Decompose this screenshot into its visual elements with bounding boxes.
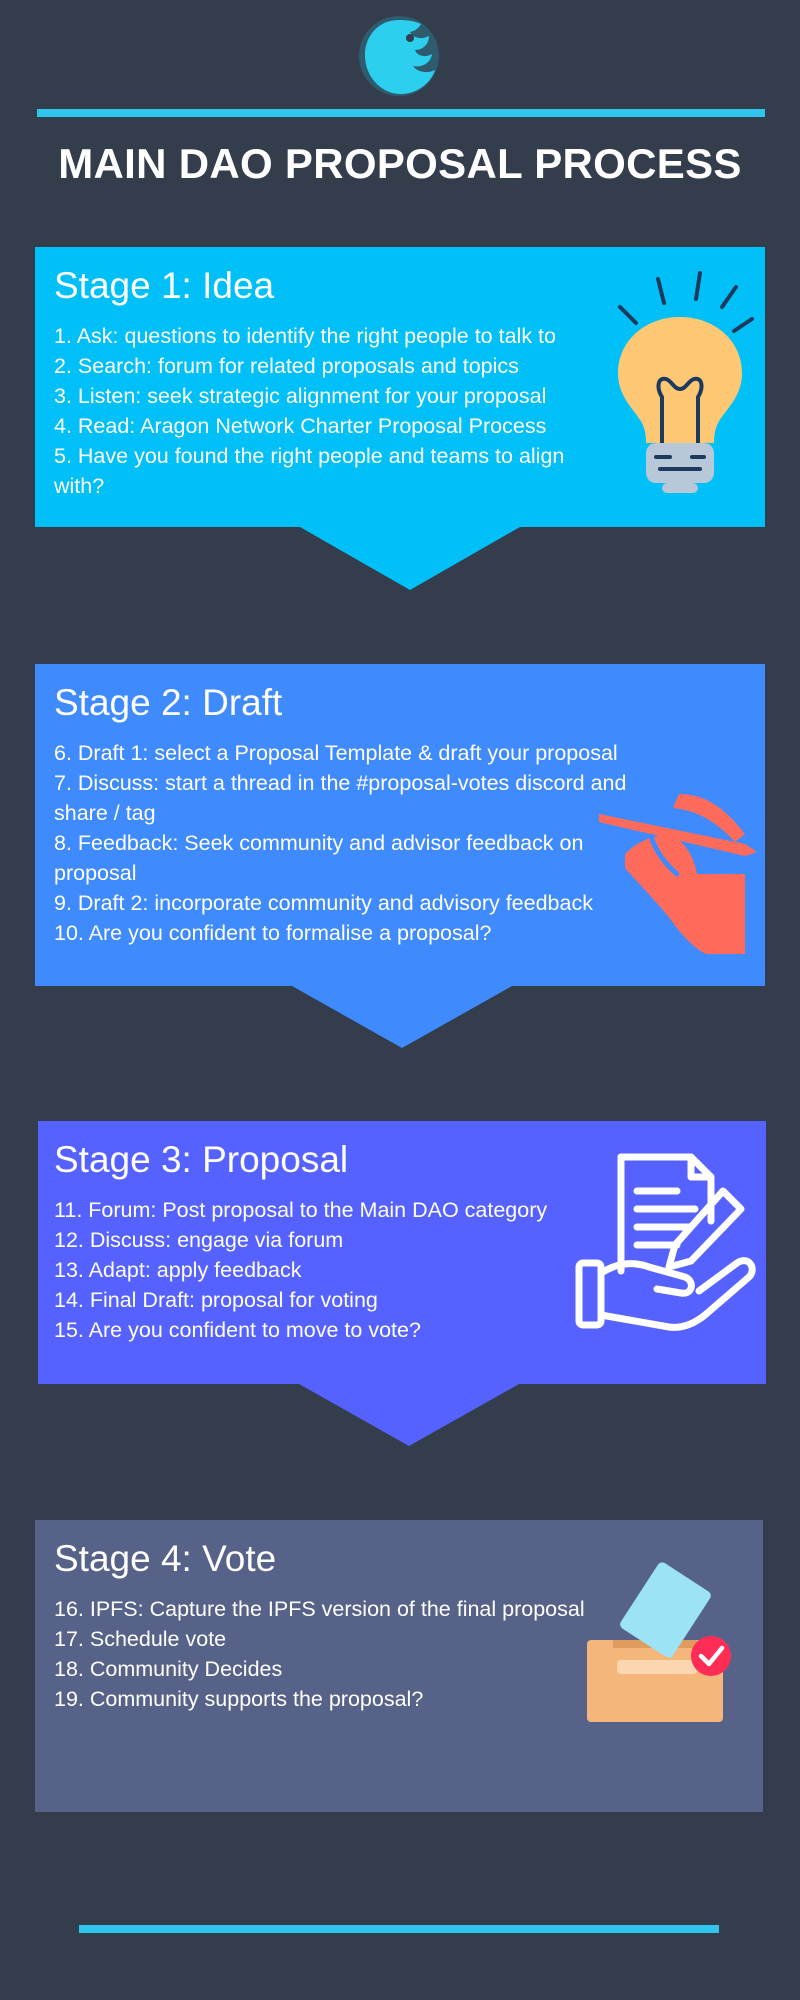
list-item: 10. Are you confident to formalise a pro… [54,921,492,945]
list-item: 12. Discuss: engage via forum [54,1228,344,1252]
aragon-logo-icon [355,12,443,96]
stage-draft-card: Stage 2: Draft 6. Draft 1: select a Prop… [35,664,765,986]
list-item: 4. Read: Aragon Network Charter Proposal… [54,414,547,438]
stage-heading: Stage 3: Proposal [54,1139,349,1180]
list-item: 3. Listen: seek strategic alignment for … [54,384,547,408]
stage-arrow [299,1384,519,1446]
list-item: 14. Final Draft: proposal for voting [54,1288,378,1312]
top-divider [37,109,765,117]
stage-heading: Stage 1: Idea [54,265,275,306]
document-hand-icon [573,1151,758,1346]
stage-idea-card: Stage 1: Idea 1. Ask: questions to ident… [35,247,765,527]
list-item: 16. IPFS: Capture the IPFS version of th… [54,1597,585,1621]
stage-arrow [292,986,512,1048]
list-item: 19. Community supports the proposal? [54,1687,424,1711]
page-title: MAIN DAO PROPOSAL PROCESS [58,140,742,187]
list-item: 7. Discuss: start a thread in the #propo… [54,771,627,825]
list-item: 5. Have you found the right people and t… [54,444,565,498]
list-item: 1. Ask: questions to identify the right … [54,324,556,348]
list-item: 15. Are you confident to move to vote? [54,1318,421,1342]
list-item: 11. Forum: Post proposal to the Main DAO… [54,1198,548,1222]
list-item: 9. Draft 2: incorporate community and ad… [54,891,593,915]
list-item: 17. Schedule vote [54,1627,227,1651]
list-item: 6. Draft 1: select a Proposal Template &… [54,741,618,765]
stage-arrow [300,527,520,590]
list-item: 8. Feedback: Seek community and advisor … [54,831,584,885]
list-item: 13. Adapt: apply feedback [54,1258,302,1282]
bottom-divider [79,1925,719,1933]
lightbulb-icon [600,267,760,502]
stage-vote-card: Stage 4: Vote 16. IPFS: Capture the IPFS… [35,1520,763,1812]
ballot-box-icon [583,1556,743,1731]
list-item: 2. Search: forum for related proposals a… [54,354,519,378]
stage-heading: Stage 4: Vote [54,1538,277,1579]
list-item: 18. Community Decides [54,1657,283,1681]
hand-writing-icon [595,794,765,969]
stage-heading: Stage 2: Draft [54,682,283,723]
stage-proposal-card: Stage 3: Proposal 11. Forum: Post propos… [38,1121,766,1384]
